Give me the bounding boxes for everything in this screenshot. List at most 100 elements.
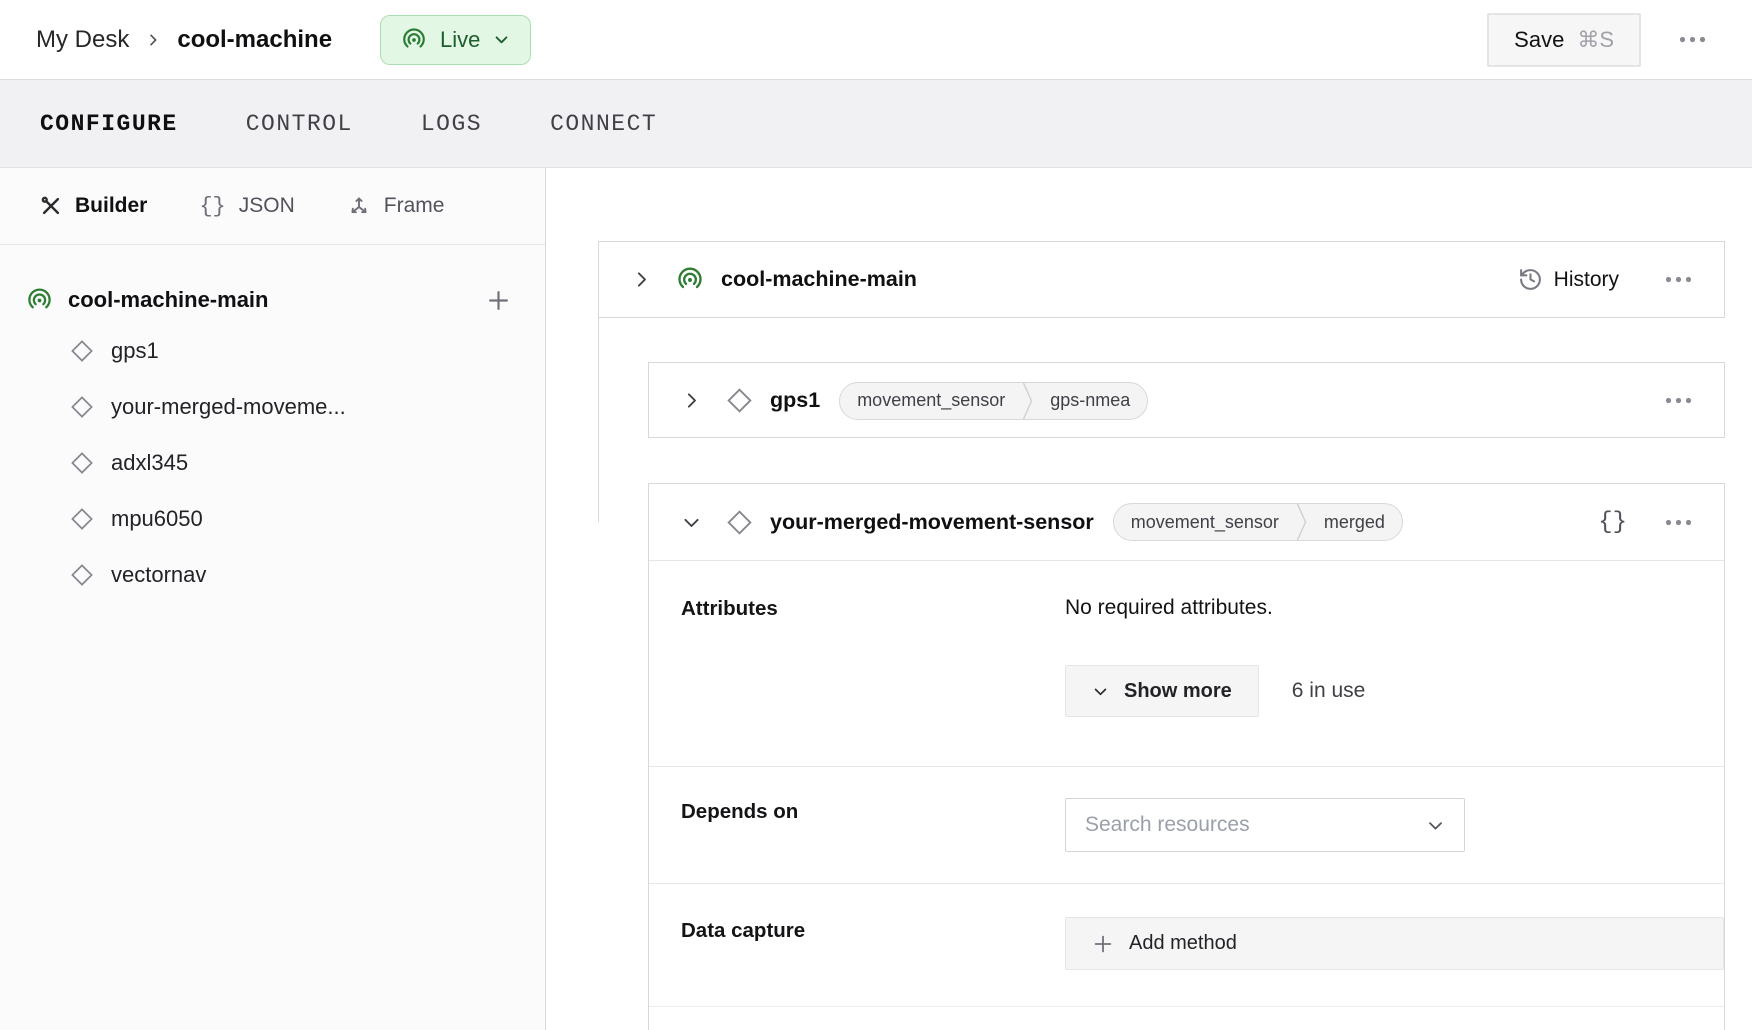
no-required-attributes-text: No required attributes. [1065,595,1724,621]
tree-node-vectornav[interactable]: vectornav [0,547,545,603]
live-status-label: Live [440,27,480,53]
card-more-menu-button[interactable] [1661,268,1696,291]
section-divider [649,1006,1724,1030]
ellipsis-icon [1665,397,1692,404]
resource-type-tag: movement_sensor merged [1113,503,1403,541]
component-diamond-icon [70,395,94,419]
tree-node-merged-sensor[interactable]: your-merged-moveme... [0,379,545,435]
mode-json-label: JSON [239,194,295,218]
data-capture-label: Data capture [681,917,1065,970]
config-mode-switcher: Builder {} JSON Frame [0,168,545,245]
breadcrumb-root[interactable]: My Desk [36,26,129,54]
depends-on-select[interactable]: Search resources [1065,798,1465,852]
history-button[interactable]: History [1518,267,1619,292]
component-diamond-icon [70,507,94,531]
edit-json-button[interactable]: {} [1598,509,1627,536]
frame-axes-icon [347,194,371,218]
mode-frame[interactable]: Frame [347,194,445,218]
mode-frame-label: Frame [384,194,445,218]
mode-builder-label: Builder [75,194,147,218]
mode-builder[interactable]: Builder [40,194,147,218]
card-more-menu-button[interactable] [1661,511,1696,534]
attributes-section: Attributes No required attributes. Show … [649,561,1724,766]
tree-node-gps1[interactable]: gps1 [0,323,545,379]
chevron-down-icon [493,31,510,48]
card-title: gps1 [770,388,820,413]
card-more-menu-button[interactable] [1661,389,1696,412]
show-more-label: Show more [1124,680,1232,703]
attributes-content: No required attributes. Show more 6 in u… [1065,595,1724,717]
component-diamond-icon [70,339,94,363]
save-shortcut-hint: ⌘S [1577,27,1614,53]
gps1-card: gps1 movement_sensor gps-nmea [648,362,1725,438]
config-sidebar: Builder {} JSON Frame [0,168,546,1030]
broadcast-icon [676,266,704,294]
component-diamond-icon [726,509,753,536]
depends-on-label: Depends on [681,798,1065,852]
tree-node-label: your-merged-moveme... [111,394,346,420]
tree-node-mpu6050[interactable]: mpu6050 [0,491,545,547]
machine-part-card: cool-machine-main History [598,241,1725,318]
component-diamond-icon [70,451,94,475]
tools-icon [40,195,62,217]
add-method-button[interactable]: Add method [1065,917,1724,970]
attributes-actions-row: Show more 6 in use [1065,665,1724,717]
api-tag: movement_sensor [840,383,1022,419]
resource-type-tag: movement_sensor gps-nmea [839,382,1148,420]
tree-node-label: gps1 [111,338,159,364]
live-status-dropdown[interactable]: Live [380,15,531,65]
history-button-label: History [1554,268,1619,292]
tree-connector-line [598,318,599,522]
add-method-label: Add method [1129,932,1237,955]
save-button[interactable]: Save ⌘S [1487,13,1641,67]
ellipsis-icon [1679,36,1706,43]
tree-node-machine-part[interactable]: cool-machine-main [0,277,545,323]
tree-node-label: mpu6050 [111,506,203,532]
ellipsis-icon [1665,276,1692,283]
tag-divider-chevron-icon [1022,383,1033,419]
tab-control[interactable]: CONTROL [246,111,353,137]
save-button-label: Save [1514,27,1564,53]
tab-configure[interactable]: CONFIGURE [40,111,178,137]
chevron-right-icon [631,269,652,290]
tree-node-label: adxl345 [111,450,188,476]
gps1-card-header: gps1 movement_sensor gps-nmea [649,363,1724,438]
expand-card-button[interactable] [677,386,706,415]
expand-card-button[interactable] [627,265,656,294]
api-tag: movement_sensor [1114,504,1296,540]
collapse-card-button[interactable] [677,508,706,537]
resource-tree: cool-machine-main gps1 your-merged-movem… [0,245,545,603]
tab-connect[interactable]: CONNECT [550,111,657,137]
attributes-label: Attributes [681,595,1065,717]
plus-icon [1092,933,1114,955]
tab-logs[interactable]: LOGS [421,111,482,137]
depends-on-content: Search resources [1065,798,1724,852]
tree-node-label: vectornav [111,562,206,588]
broadcast-icon [401,27,427,53]
mode-json[interactable]: {} JSON [199,194,294,219]
breadcrumb-chevron-icon [145,32,161,48]
breadcrumb-current: cool-machine [177,26,332,54]
show-more-button[interactable]: Show more [1065,665,1259,717]
attributes-in-use-count: 6 in use [1292,679,1366,703]
config-main-panel: cool-machine-main History [547,168,1752,1030]
header-more-menu-button[interactable] [1675,28,1710,51]
braces-icon: {} [199,194,225,219]
machine-part-card-header: cool-machine-main History [599,242,1724,317]
depends-on-section: Depends on Search resources [649,766,1724,883]
data-capture-section: Data capture Add method [649,883,1724,1006]
app-root: My Desk cool-machine Live Save ⌘S [0,0,1752,1030]
ellipsis-icon [1665,519,1692,526]
data-capture-content: Add method [1065,917,1724,970]
chevron-right-icon [681,390,702,411]
add-component-button[interactable] [486,288,511,313]
component-diamond-icon [70,563,94,587]
model-tag: merged [1307,504,1402,540]
card-title: your-merged-movement-sensor [770,510,1094,535]
component-diamond-icon [726,387,753,414]
card-title: cool-machine-main [721,267,917,292]
merged-sensor-card: your-merged-movement-sensor movement_sen… [648,483,1725,1030]
chevron-down-icon [681,512,702,533]
depends-on-placeholder: Search resources [1085,813,1250,837]
tree-node-adxl345[interactable]: adxl345 [0,435,545,491]
